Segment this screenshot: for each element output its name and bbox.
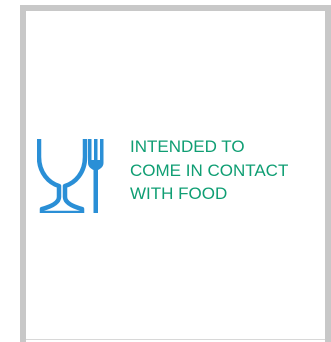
label-line-1: INTENDED TO: [130, 137, 245, 156]
glass-fork-icon: [37, 139, 104, 213]
label-line-3: WITH FOOD: [130, 184, 228, 203]
food-contact-label: INTENDED TO COME IN CONTACT WITH FOOD: [130, 135, 324, 206]
frame-bottom-line: [26, 339, 325, 340]
label-line-2: COME IN CONTACT: [130, 160, 289, 180]
